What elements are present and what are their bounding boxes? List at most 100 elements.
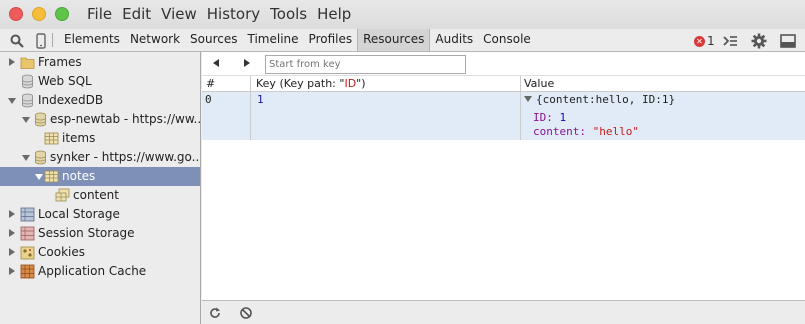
sidebar-item-cookies[interactable]: Cookies — [0, 243, 200, 262]
property-key: content: — [533, 125, 586, 138]
sidebar-item-frames[interactable]: Frames — [0, 53, 200, 72]
menu-view[interactable]: View — [161, 5, 197, 23]
tab-audits[interactable]: Audits — [430, 29, 478, 51]
sidebar-item-label: Application Cache — [38, 264, 147, 278]
sidebar-item-indexeddb[interactable]: IndexedDB — [0, 91, 200, 110]
property-key: ID: — [533, 111, 553, 124]
tab-timeline[interactable]: Timeline — [243, 29, 304, 51]
sidebar-item-local-storage[interactable]: Local Storage — [0, 205, 200, 224]
collapse-arrow-icon[interactable] — [22, 117, 30, 123]
object-property-content: content: "hello" — [533, 125, 639, 138]
search-icon[interactable] — [9, 33, 25, 49]
sidebar-item-label: Frames — [38, 55, 82, 69]
column-divider[interactable] — [520, 76, 521, 140]
start-from-key-input[interactable] — [265, 55, 466, 74]
folder-icon — [20, 57, 35, 69]
menu-file[interactable]: File — [87, 5, 112, 23]
device-mode-icon[interactable] — [33, 33, 49, 49]
error-counter[interactable]: ✕ 1 — [694, 34, 715, 48]
key-path-value: ID — [344, 77, 357, 90]
sidebar-item-web-sql[interactable]: Web SQL — [0, 72, 200, 91]
data-grid-header: # Key (Key path: "ID") Value — [202, 76, 805, 92]
database-icon — [22, 74, 33, 89]
table-icon — [44, 132, 59, 145]
row-key: 1 — [257, 93, 264, 106]
pagination-bar — [202, 52, 805, 76]
view-status-bar — [202, 300, 805, 324]
tab-profiles[interactable]: Profiles — [304, 29, 358, 51]
column-header-index[interactable]: # — [202, 76, 215, 92]
panel-tabs: Elements Network Sources Timeline Profil… — [59, 29, 536, 51]
sidebar-item-synker-db[interactable]: synker - https://www.go... — [0, 148, 200, 167]
menu-history[interactable]: History — [207, 5, 260, 23]
devtools-toolbar: Elements Network Sources Timeline Profil… — [0, 29, 805, 52]
key-header-prefix: Key (Key path: " — [256, 77, 345, 90]
error-icon: ✕ — [694, 35, 705, 47]
sidebar-item-label: notes — [62, 169, 96, 183]
menu-bar: File Edit View History Tools Help — [87, 5, 361, 23]
expand-object-icon[interactable] — [524, 96, 532, 102]
collapse-arrow-icon[interactable] — [35, 174, 43, 180]
sidebar-item-label: esp-newtab - https://ww... — [50, 112, 200, 126]
sidebar-item-items-store[interactable]: items — [0, 129, 200, 148]
tab-sources[interactable]: Sources — [185, 29, 242, 51]
title-bar: File Edit View History Tools Help — [0, 0, 805, 29]
database-icon — [35, 112, 46, 127]
sidebar-item-label: items — [62, 131, 96, 145]
sidebar-item-label: Cookies — [38, 245, 85, 259]
index-icon — [55, 188, 70, 202]
expand-arrow-icon[interactable] — [9, 267, 15, 275]
sidebar-item-label: IndexedDB — [38, 93, 104, 107]
dock-icon[interactable] — [780, 33, 796, 49]
row-value-summary[interactable]: {content:hello, ID:1} — [524, 93, 675, 106]
tab-resources[interactable]: Resources — [357, 29, 431, 51]
next-page-icon[interactable] — [241, 57, 253, 69]
property-value: 1 — [559, 111, 567, 124]
sidebar-item-label: Local Storage — [38, 207, 120, 221]
property-value: "hello" — [592, 125, 639, 138]
column-divider[interactable] — [250, 76, 251, 140]
column-header-key[interactable]: Key (Key path: "ID") — [252, 76, 366, 92]
menu-tools[interactable]: Tools — [270, 5, 307, 23]
settings-gear-icon[interactable] — [751, 33, 767, 49]
expand-arrow-icon[interactable] — [9, 248, 15, 256]
toolbar-separator — [52, 33, 53, 47]
sidebar-item-label: Web SQL — [38, 74, 92, 88]
table-icon — [44, 170, 59, 183]
error-count: 1 — [707, 34, 715, 48]
collapse-arrow-icon[interactable] — [8, 98, 16, 104]
console-drawer-icon[interactable] — [722, 33, 738, 49]
sidebar-item-label: synker - https://www.go... — [50, 150, 200, 164]
sidebar-item-session-storage[interactable]: Session Storage — [0, 224, 200, 243]
expand-arrow-icon[interactable] — [9, 210, 15, 218]
table-row[interactable]: 0 1 {content:hello, ID:1} ID: 1 content:… — [202, 92, 805, 140]
object-store-view: # Key (Key path: "ID") Value 0 1 {conten… — [202, 52, 805, 324]
clear-icon[interactable] — [239, 306, 253, 320]
database-icon — [22, 93, 33, 108]
collapse-arrow-icon[interactable] — [22, 155, 30, 161]
sidebar-item-label: Session Storage — [38, 226, 135, 240]
close-window-button[interactable] — [9, 7, 23, 21]
tab-console[interactable]: Console — [478, 29, 536, 51]
previous-page-icon[interactable] — [210, 57, 222, 69]
sidebar-item-esp-newtab-db[interactable]: esp-newtab - https://ww... — [0, 110, 200, 129]
database-icon — [35, 150, 46, 165]
sidebar-item-content-index[interactable]: content — [0, 186, 200, 205]
tab-network[interactable]: Network — [125, 29, 185, 51]
row-index: 0 — [205, 93, 212, 106]
expand-arrow-icon[interactable] — [9, 58, 15, 66]
menu-help[interactable]: Help — [317, 5, 351, 23]
object-property-id: ID: 1 — [533, 111, 566, 124]
storage-grid-icon — [20, 226, 35, 241]
app-cache-icon — [20, 264, 35, 279]
refresh-icon[interactable] — [208, 306, 222, 320]
expand-arrow-icon[interactable] — [9, 229, 15, 237]
column-header-value[interactable]: Value — [520, 76, 554, 92]
cookie-icon — [20, 246, 35, 260]
maximize-window-button[interactable] — [55, 7, 69, 21]
menu-edit[interactable]: Edit — [122, 5, 151, 23]
sidebar-item-application-cache[interactable]: Application Cache — [0, 262, 200, 281]
tab-elements[interactable]: Elements — [59, 29, 125, 51]
minimize-window-button[interactable] — [32, 7, 46, 21]
sidebar-item-notes-store[interactable]: notes — [0, 167, 200, 186]
